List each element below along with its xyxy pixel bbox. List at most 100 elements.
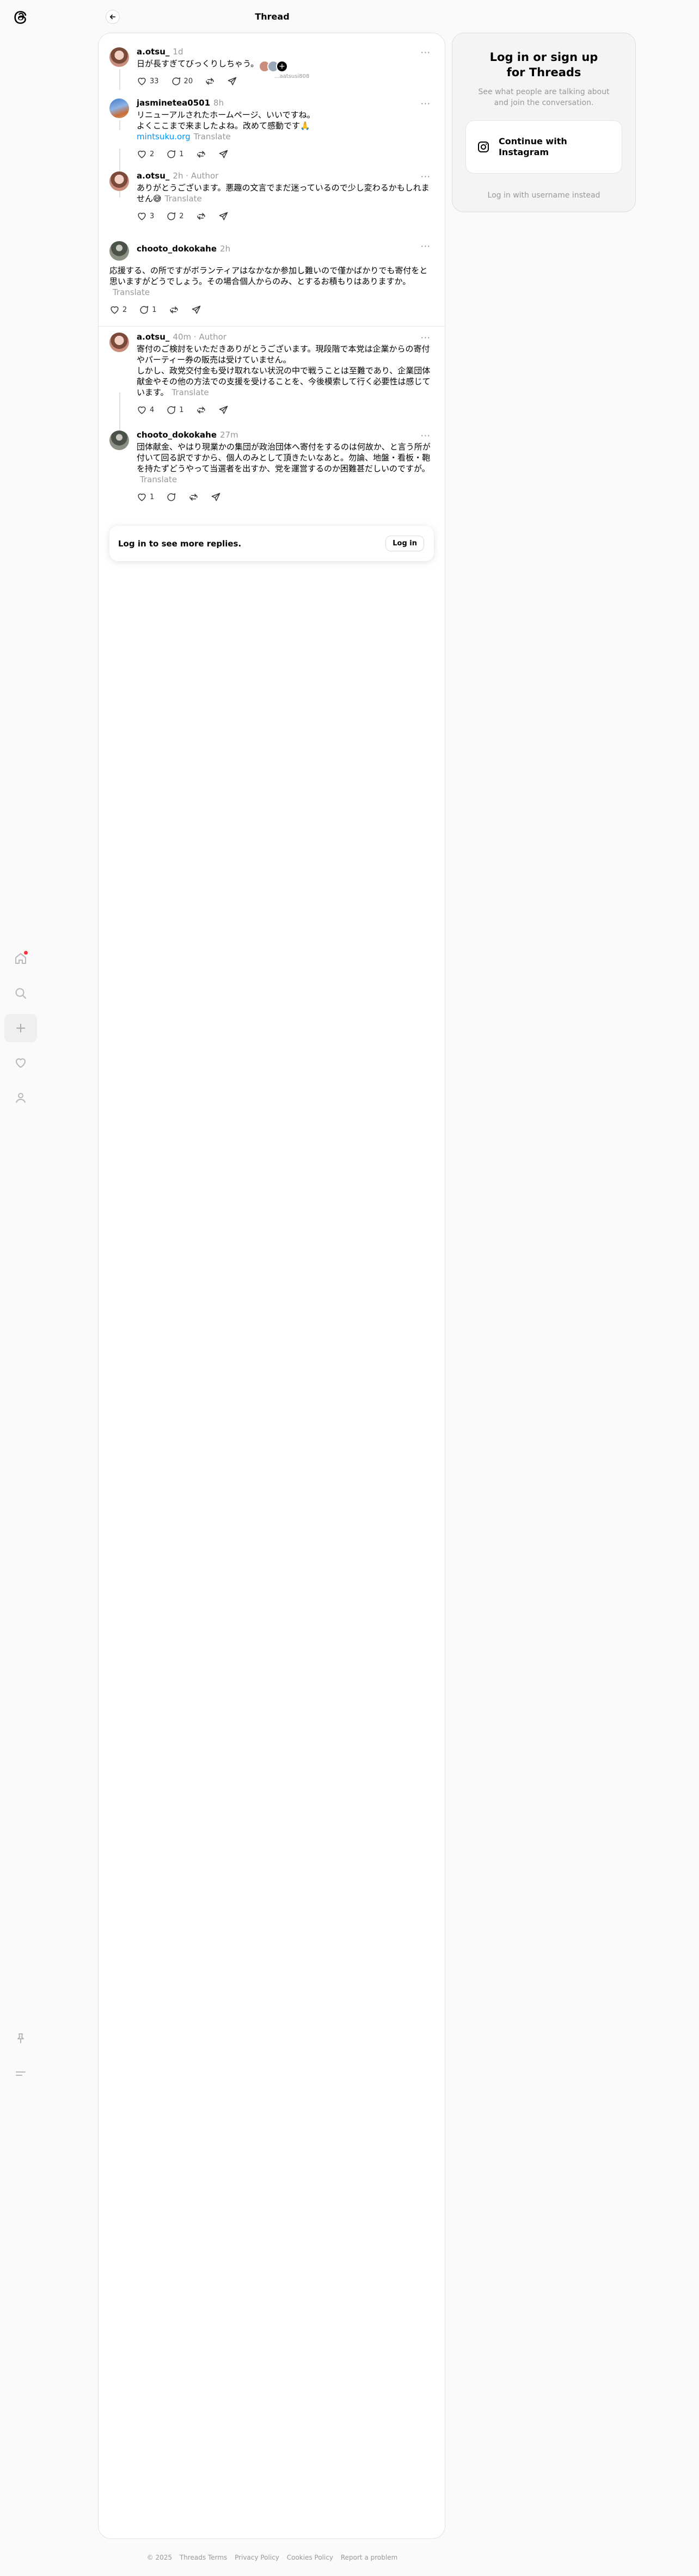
share-button[interactable] — [218, 149, 229, 159]
reply-button[interactable]: 1 — [139, 305, 157, 315]
like-button[interactable]: 33 — [137, 76, 159, 87]
nav-search[interactable] — [4, 979, 37, 1007]
liked-by-avatars[interactable]: + — [259, 60, 288, 72]
nav-pin[interactable] — [4, 2025, 37, 2053]
share-button[interactable] — [218, 405, 229, 415]
more-options-icon[interactable]: ··· — [421, 241, 431, 251]
post-time: 40m — [173, 332, 192, 342]
repost-button[interactable] — [196, 149, 206, 159]
thread-feed: a.otsu_ 1d 日が長すぎてびっくりしちゃう。 33 20 + ...aat… — [98, 33, 445, 2539]
avatar[interactable] — [109, 241, 129, 261]
left-nav-bottom — [4, 2025, 37, 2094]
post-time: 8h — [213, 98, 224, 108]
footer-link-report[interactable]: Report a problem — [341, 2554, 397, 2561]
nav-profile[interactable] — [4, 1084, 37, 1112]
username-login-link[interactable]: Log in with username instead — [452, 191, 635, 200]
repost-button[interactable] — [188, 492, 199, 502]
avatar[interactable] — [109, 171, 129, 191]
more-options-icon[interactable]: ··· — [421, 333, 431, 343]
translate-link[interactable]: Translate — [194, 132, 231, 142]
reply-button[interactable]: 2 — [166, 211, 184, 222]
comment-icon — [167, 405, 176, 414]
comment-icon — [167, 493, 176, 501]
liked-by-label: ...aatsusi808 — [274, 73, 310, 79]
back-button[interactable] — [106, 10, 120, 24]
pin-icon — [17, 2033, 24, 2043]
username[interactable]: a.otsu_ — [137, 47, 169, 57]
reply-button[interactable]: 1 — [166, 149, 184, 159]
nav-activity[interactable] — [4, 1049, 37, 1077]
repost-button[interactable] — [196, 405, 206, 415]
like-count: 4 — [150, 405, 155, 414]
share-button[interactable] — [227, 76, 237, 87]
reply-count: 1 — [179, 405, 184, 414]
post-time: 2h — [173, 171, 183, 181]
nav-create[interactable] — [4, 1014, 37, 1042]
threads-logo-icon[interactable] — [11, 8, 29, 26]
like-button[interactable]: 2 — [137, 149, 154, 159]
footer-link-privacy[interactable]: Privacy Policy — [235, 2554, 279, 2561]
post-link[interactable]: mintsuku.org — [137, 132, 191, 142]
author-badge: Author — [199, 332, 226, 342]
reply-button[interactable]: 20 — [171, 76, 193, 87]
menu-icon — [16, 2071, 26, 2076]
reply-button[interactable]: 1 — [166, 405, 184, 415]
search-icon — [15, 988, 26, 999]
login-button[interactable]: Log in — [385, 536, 424, 551]
share-button[interactable] — [211, 492, 221, 502]
heart-icon — [138, 493, 146, 501]
repost-button[interactable] — [169, 305, 179, 315]
footer-link-cookies[interactable]: Cookies Policy — [287, 2554, 333, 2561]
footer: © 2025 Threads Terms Privacy Policy Cook… — [98, 2554, 446, 2561]
more-options-icon[interactable]: ··· — [421, 47, 431, 58]
avatar[interactable] — [109, 99, 129, 118]
username[interactable]: chooto_dokokahe — [137, 430, 217, 440]
send-icon — [219, 212, 228, 220]
nav-home[interactable] — [4, 944, 37, 973]
footer-link-terms[interactable]: Threads Terms — [180, 2554, 227, 2561]
plus-icon: + — [276, 60, 288, 72]
avatar[interactable] — [109, 333, 129, 352]
heart-icon — [138, 77, 146, 85]
more-options-icon[interactable]: ··· — [421, 431, 431, 441]
heart-icon — [138, 212, 146, 220]
like-button[interactable]: 3 — [137, 211, 154, 222]
translate-link[interactable]: Translate — [172, 388, 209, 397]
page-title: Thread — [255, 11, 290, 22]
thread-connector — [119, 69, 120, 90]
more-options-icon[interactable]: ··· — [421, 99, 431, 109]
send-icon — [219, 150, 228, 158]
username[interactable]: a.otsu_ — [137, 171, 169, 181]
repost-button[interactable] — [196, 211, 206, 222]
author-badge: Author — [191, 171, 219, 181]
username[interactable]: jasminetea0501 — [137, 98, 210, 108]
like-count: 3 — [150, 212, 155, 220]
like-button[interactable]: 4 — [137, 405, 154, 415]
activity-icon — [16, 1058, 26, 1068]
username[interactable]: chooto_dokokahe — [137, 244, 217, 254]
username[interactable]: a.otsu_ — [137, 332, 169, 342]
avatar[interactable] — [109, 47, 129, 67]
translate-link[interactable]: Translate — [140, 475, 177, 484]
repost-icon — [170, 306, 178, 313]
share-button[interactable] — [218, 211, 229, 222]
translate-link[interactable]: Translate — [165, 194, 202, 204]
like-button[interactable]: 2 — [109, 305, 127, 315]
translate-link[interactable]: Translate — [113, 287, 150, 297]
repost-button[interactable] — [205, 76, 215, 87]
thread-connector — [119, 120, 120, 130]
instagram-button-label: Continue with Instagram — [498, 136, 567, 157]
avatar[interactable] — [109, 431, 129, 450]
reply-button[interactable] — [166, 492, 176, 502]
divider — [99, 326, 445, 327]
reply-count: 2 — [179, 212, 184, 220]
like-button[interactable]: 1 — [137, 492, 154, 502]
share-button[interactable] — [191, 305, 201, 315]
reply-count: 1 — [179, 150, 184, 158]
continue-with-instagram-button[interactable]: Continue with Instagram — [465, 120, 622, 174]
top-bar: Thread — [98, 0, 446, 33]
copyright: © 2025 — [146, 2554, 173, 2561]
more-options-icon[interactable]: ··· — [421, 171, 431, 182]
repost-icon — [197, 150, 205, 158]
nav-menu[interactable] — [4, 2059, 37, 2088]
